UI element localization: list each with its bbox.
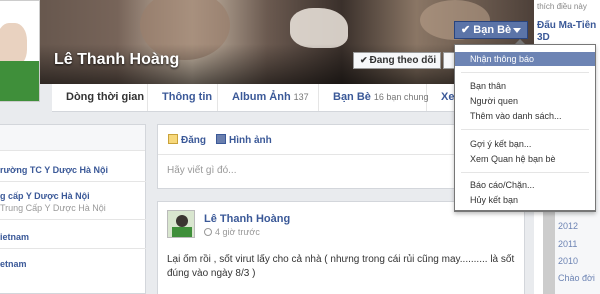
menu-item-acquaintances[interactable]: Người quen — [455, 94, 595, 108]
composer-tab-status[interactable]: Đăng — [168, 134, 206, 146]
workplace-link[interactable]: rường TC Y Dược Hà Nội — [0, 165, 108, 175]
menu-divider — [461, 72, 589, 73]
following-label: Đang theo dõi — [369, 55, 437, 66]
menu-item-add-to-list[interactable]: Thêm vào danh sách... — [455, 109, 595, 123]
tab-friends[interactable]: Bạn Bè 16 bạn chung — [319, 84, 429, 111]
check-icon: ✔ — [461, 24, 474, 36]
composer-tab-label: Hình ảnh — [229, 135, 272, 146]
sidebar-page-link-2[interactable]: 3D — [537, 32, 550, 43]
following-button[interactable]: ✔ Đang theo dõi — [353, 52, 441, 69]
education-link[interactable]: g cấp Y Dược Hà Nội — [0, 191, 90, 201]
caret-down-icon — [513, 28, 521, 33]
menu-item-close-friends[interactable]: Bạn thân — [455, 79, 595, 93]
friends-button[interactable]: ✔ Bạn Bè — [454, 21, 528, 39]
about-box-header — [0, 125, 145, 151]
clock-icon — [204, 228, 212, 236]
profile-picture[interactable] — [0, 0, 40, 102]
year-link[interactable]: 2012 — [558, 221, 578, 231]
composer-tab-label: Đăng — [181, 135, 206, 146]
cover-photo-detail — [290, 8, 348, 48]
education-sub: Trung Cấp Y Dược Hà Nội — [0, 203, 106, 213]
year-link[interactable]: 2010 — [558, 256, 578, 266]
timeline-post: Lê Thanh Hoàng 4 giờ trước Lại ốm rồi , … — [157, 201, 525, 294]
tab-timeline[interactable]: Dòng thời gian — [52, 84, 148, 111]
divider — [0, 248, 146, 249]
post-text: Lại ốm rồi , sốt virut lấy cho cả nhà ( … — [167, 254, 515, 279]
menu-item-see-friendship[interactable]: Xem Quan hệ bạn bè — [455, 152, 595, 166]
post-time-label: 4 giờ trước — [215, 227, 260, 237]
about-box: rường TC Y Dược Hà Nội g cấp Y Dược Hà N… — [0, 124, 146, 294]
avatar-body — [172, 227, 192, 237]
tab-photos[interactable]: Album Ảnh 137 — [218, 84, 319, 111]
composer-input[interactable]: Hãy viết gì đó... — [167, 165, 236, 176]
profile-picture-shirt — [0, 61, 39, 101]
photo-icon — [216, 134, 226, 144]
composer-tab-photo[interactable]: Hình ảnh — [216, 134, 272, 146]
menu-divider — [461, 172, 589, 173]
location-link[interactable]: ietnam — [0, 232, 29, 242]
tab-label: Bạn Bè — [333, 91, 371, 103]
sidebar-note: thích điều này — [537, 2, 587, 11]
check-icon: ✔ — [360, 55, 368, 65]
divider — [0, 181, 146, 182]
tab-label: Xe — [441, 91, 455, 103]
menu-item-report-block[interactable]: Báo cáo/Chặn... — [455, 178, 595, 192]
tab-label: Thông tin — [162, 91, 213, 103]
menu-item-suggest-friends[interactable]: Gợi ý kết bạn... — [455, 137, 595, 151]
post-author-avatar[interactable] — [167, 210, 195, 238]
hometown-link[interactable]: etnam — [0, 259, 27, 269]
menu-item-unfriend[interactable]: Hủy kết bạn — [455, 193, 595, 207]
year-link[interactable]: Chào đời — [558, 273, 595, 283]
sidebar-page-link[interactable]: Đấu Ma-Tiên — [537, 20, 596, 31]
status-icon — [168, 134, 178, 144]
divider — [0, 219, 146, 220]
post-timestamp[interactable]: 4 giờ trước — [204, 227, 260, 237]
profile-name[interactable]: Lê Thanh Hoàng — [54, 51, 179, 69]
menu-item-get-notifications[interactable]: Nhận thông báo — [455, 52, 595, 66]
friend-options-menu: Nhận thông báo Bạn thân Người quen Thêm … — [454, 44, 596, 212]
avatar-head — [176, 215, 188, 227]
friends-button-label: Bạn Bè — [473, 24, 512, 36]
tab-label: Dòng thời gian — [66, 91, 145, 103]
menu-divider — [461, 129, 589, 130]
tab-count: 16 bạn chung — [373, 92, 429, 102]
tab-label: Album Ảnh — [232, 91, 291, 103]
post-author-name[interactable]: Lê Thanh Hoàng — [204, 213, 290, 225]
year-link[interactable]: 2011 — [558, 239, 577, 249]
tab-count: 137 — [293, 92, 309, 102]
tab-about[interactable]: Thông tin — [148, 84, 218, 111]
